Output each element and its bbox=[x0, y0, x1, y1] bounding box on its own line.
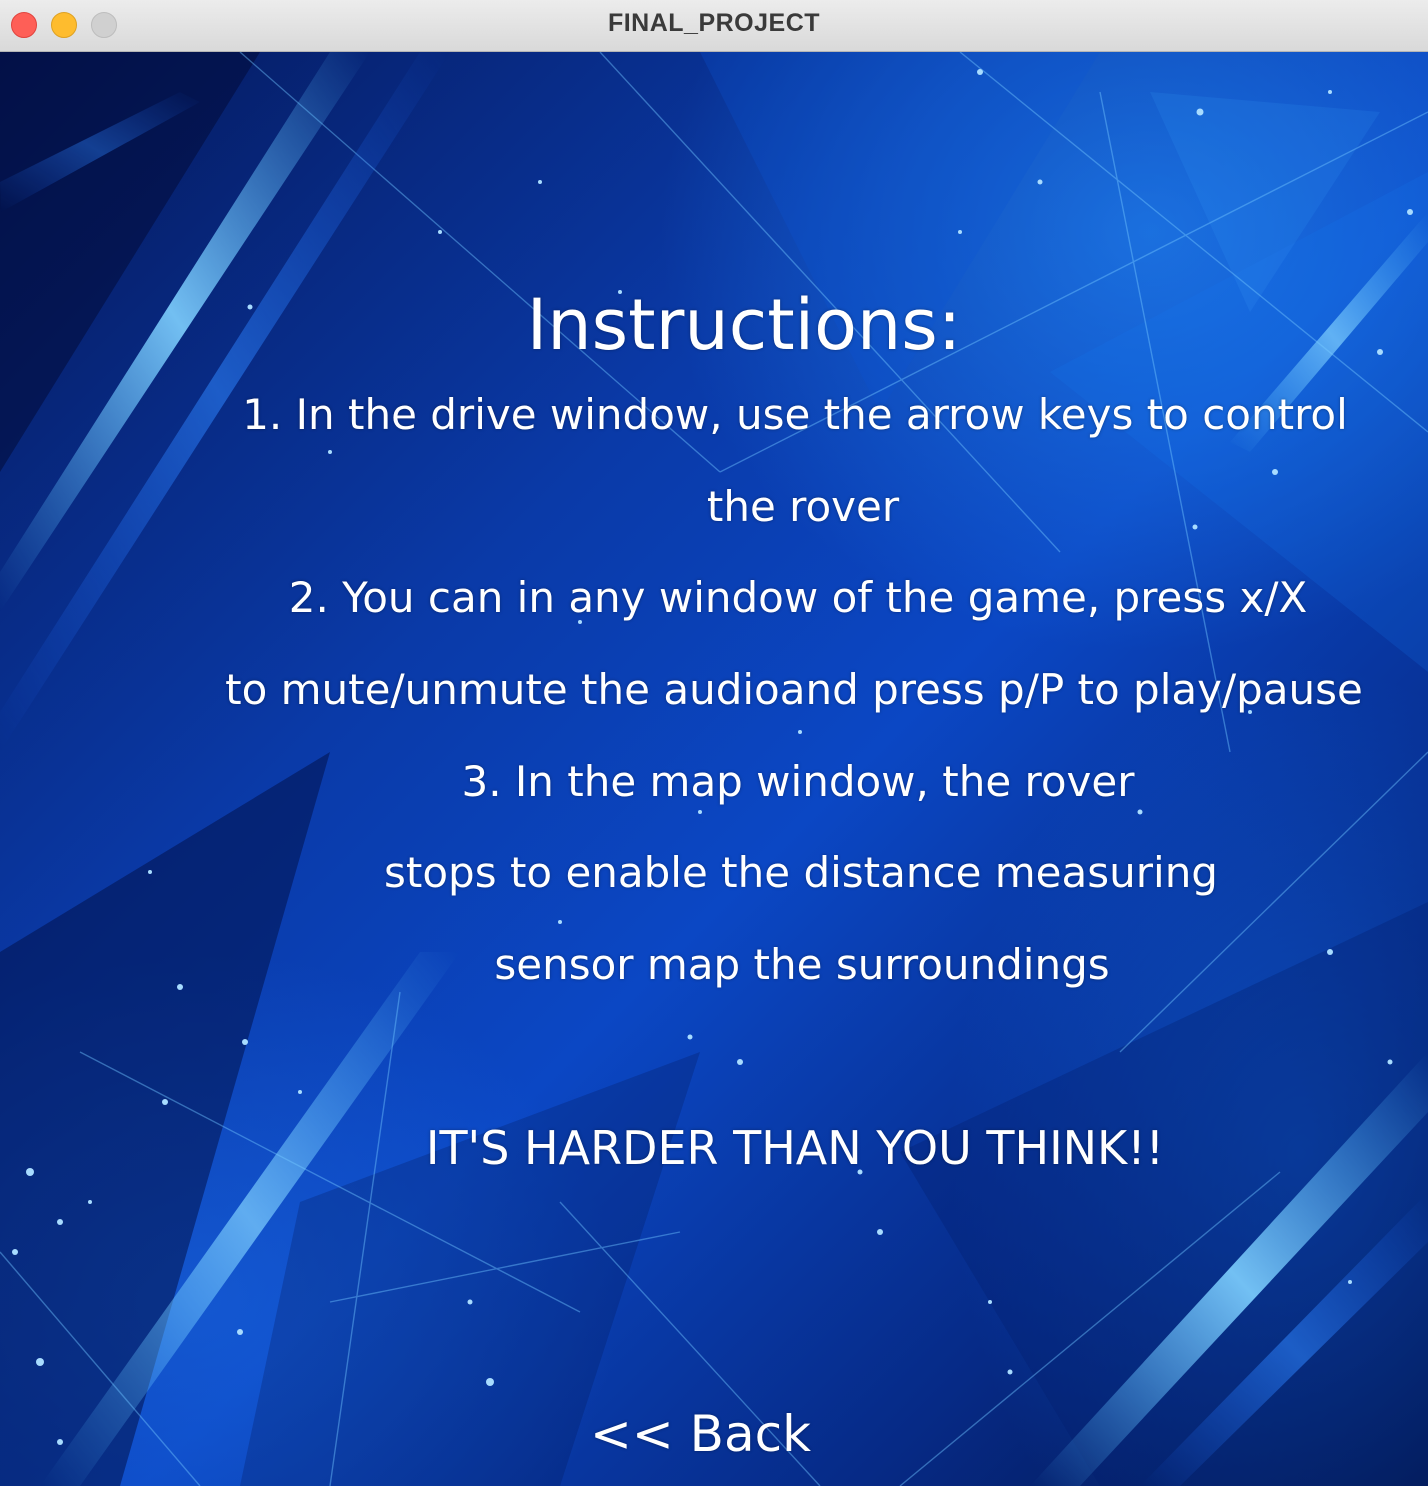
warning-text: IT'S HARDER THAN YOU THINK!! bbox=[425, 1121, 1165, 1175]
instruction-line: stops to enable the distance measuring bbox=[384, 848, 1218, 897]
instructions-panel: Instructions: 1. In the drive window, us… bbox=[0, 52, 1428, 1486]
instruction-line: 2. You can in any window of the game, pr… bbox=[288, 573, 1308, 622]
window-title: FINAL_PROJECT bbox=[607, 9, 821, 37]
instruction-line: 1. In the drive window, use the arrow ke… bbox=[242, 390, 1348, 439]
instructions-screen: Instructions: 1. In the drive window, us… bbox=[0, 52, 1428, 1486]
instructions-heading: Instructions: bbox=[526, 284, 962, 366]
back-button[interactable]: << Back bbox=[590, 1401, 811, 1467]
instruction-line: to mute/unmute the audioand press p/P to… bbox=[225, 665, 1363, 714]
instruction-line: 3. In the map window, the rover bbox=[461, 757, 1135, 806]
title-bar[interactable]: FINAL_PROJECT bbox=[0, 0, 1428, 52]
app-window: FINAL_PROJECT Instructions: 1. In the dr… bbox=[0, 0, 1428, 1486]
instruction-line: sensor map the surroundings bbox=[494, 940, 1110, 989]
instruction-line: the rover bbox=[706, 482, 900, 531]
